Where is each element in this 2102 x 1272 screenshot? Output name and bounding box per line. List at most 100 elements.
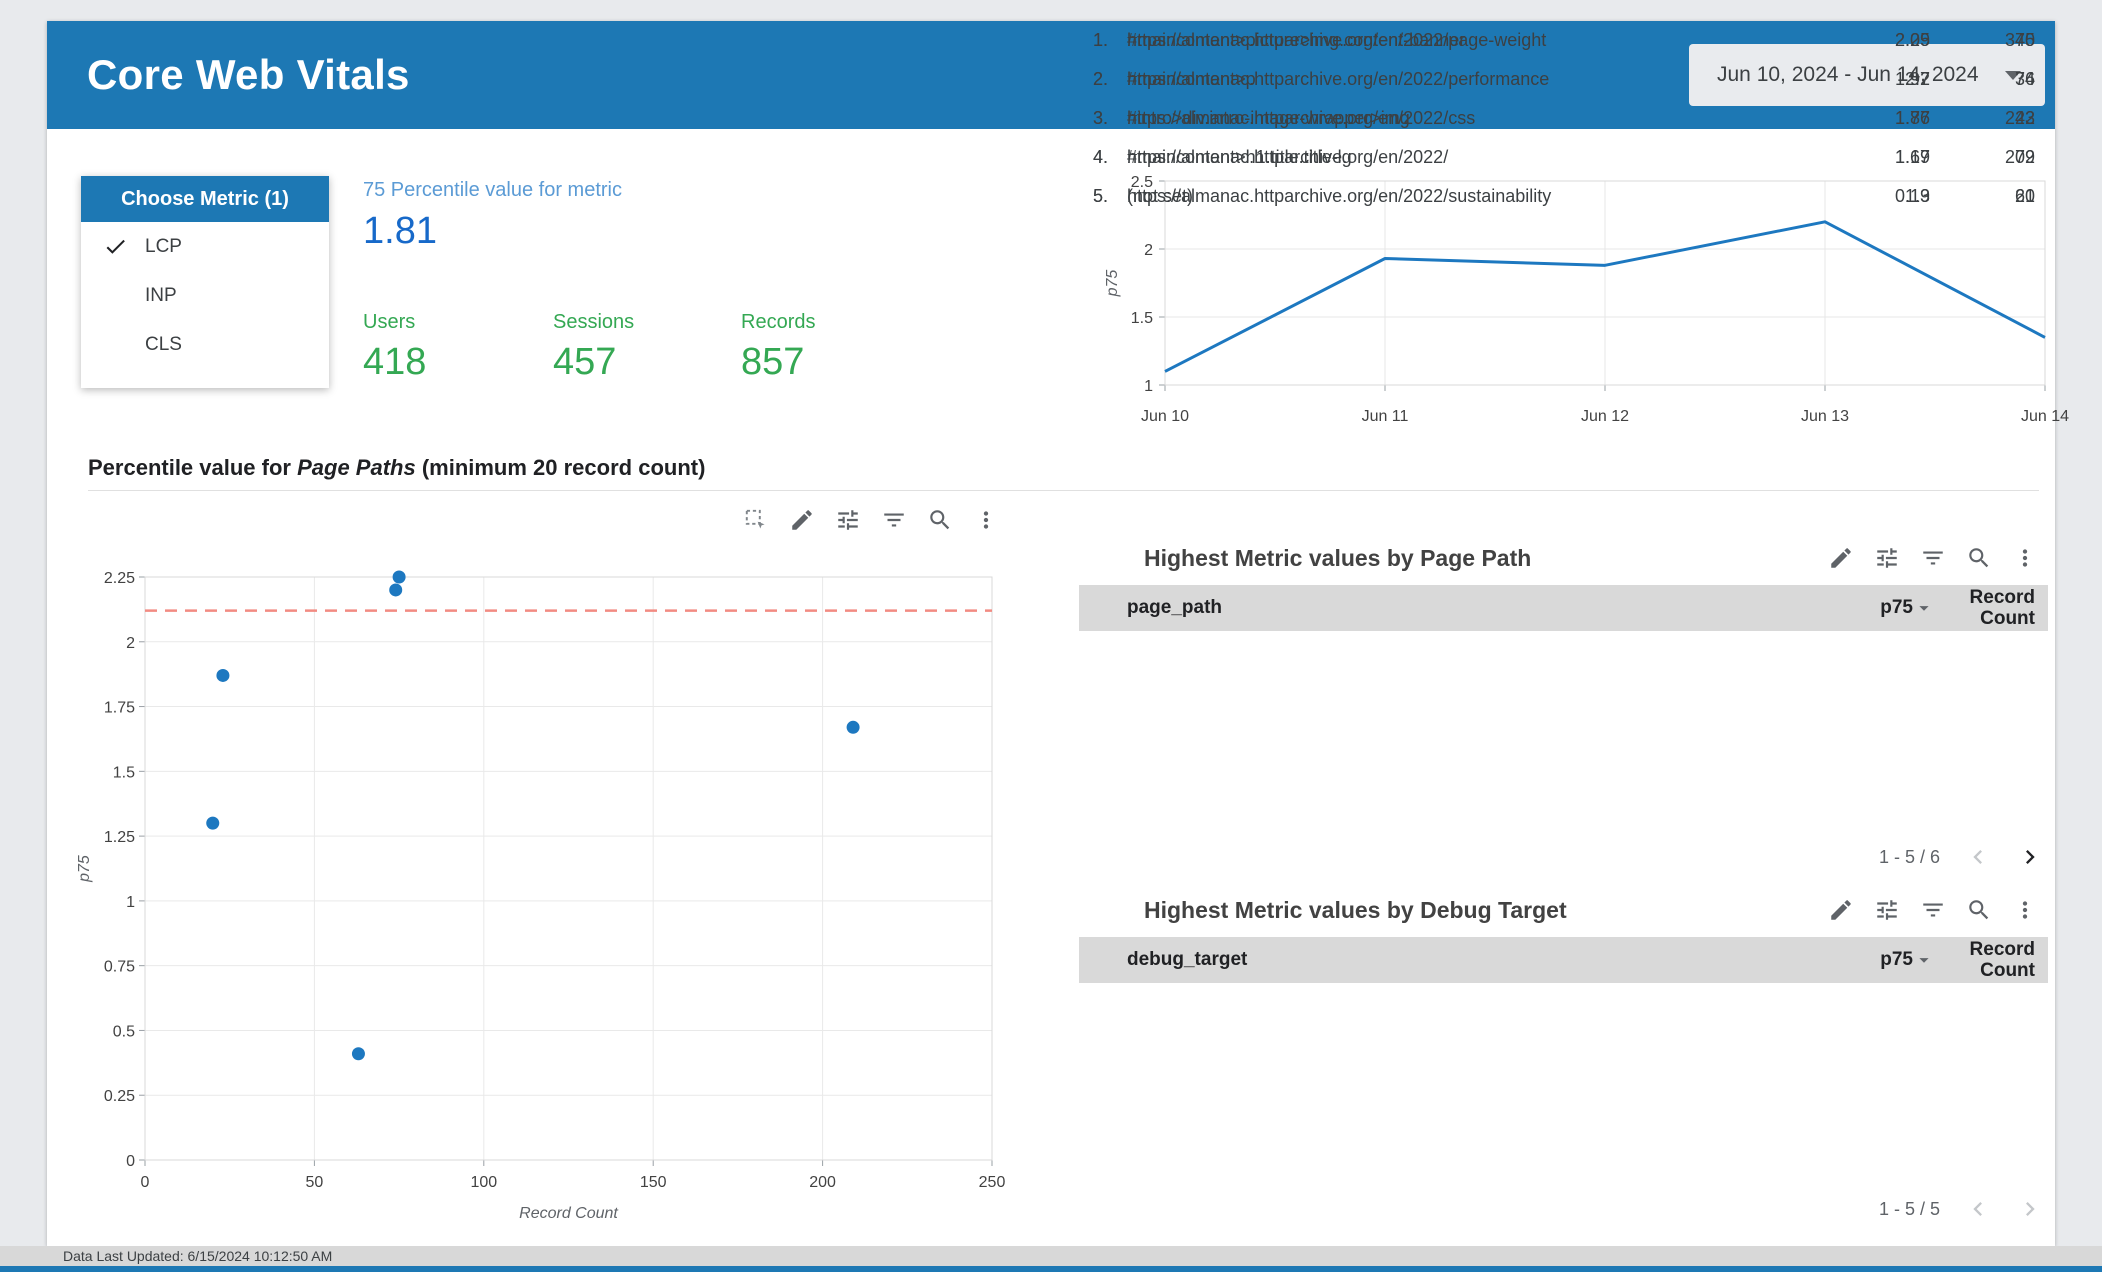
more-options-icon[interactable]: [973, 507, 999, 533]
report-page: Core Web Vitals Jun 10, 2024 - Jun 14, 2…: [47, 21, 2069, 1246]
filter-icon[interactable]: [1920, 897, 1946, 923]
metric-option-cls[interactable]: CLS: [81, 320, 329, 369]
tune-icon[interactable]: [1874, 897, 1900, 923]
row-record-count: 340: [2004, 30, 2035, 50]
sessions-scorecard: Sessions 457: [553, 311, 634, 384]
row-label: #maincontent>picture>img.content-banner: [1127, 30, 1466, 50]
metric-option-lcp[interactable]: LCP: [81, 222, 329, 271]
more-options-icon[interactable]: [2012, 545, 2038, 571]
more-options-icon[interactable]: [2012, 897, 2038, 923]
column-header-debug-target[interactable]: debug_target: [1127, 949, 1690, 971]
metric-selector-header[interactable]: Choose Metric (1): [81, 176, 329, 222]
percentile-scorecard: 75 Percentile value for metric 1.81: [363, 179, 622, 253]
check-icon: [103, 283, 145, 309]
svg-text:Record Count: Record Count: [519, 1205, 618, 1222]
metric-option-label: INP: [145, 284, 177, 306]
table-title-page-path: Highest Metric values by Page Path: [1144, 545, 1532, 571]
section-divider: [88, 490, 2039, 491]
tune-icon[interactable]: [835, 507, 861, 533]
table-row[interactable]: 1. #maincontent>picture>img.content-banne…: [1079, 21, 2048, 60]
svg-text:Jun 10: Jun 10: [1141, 408, 1189, 425]
table-row[interactable]: 2. #maincontent>p 1.97 36: [1079, 60, 2048, 99]
row-record-count: 61: [2014, 186, 2035, 206]
svg-text:1: 1: [126, 894, 135, 911]
svg-text:Jun 12: Jun 12: [1581, 408, 1629, 425]
table-row[interactable]: 4. #maincontent>h1.title.title-lg 1.19 72: [1079, 138, 2048, 177]
svg-text:Jun 14: Jun 14: [2021, 408, 2069, 425]
table-row[interactable]: 3. #intro>div.intro-image-wrapper>img 1.76…: [1079, 99, 2048, 138]
edit-icon[interactable]: [789, 507, 815, 533]
row-record-count: 36: [2014, 69, 2035, 89]
metric-option-inp[interactable]: INP: [81, 271, 329, 320]
records-scorecard: Records 857: [741, 311, 815, 384]
previous-page-button[interactable]: [1964, 1195, 1992, 1223]
users-label: Users: [363, 311, 416, 333]
users-value: 418: [363, 341, 427, 383]
percentile-label: 75 Percentile value for metric: [363, 179, 623, 201]
row-index: 3.: [1093, 108, 1109, 128]
column-header-page-path[interactable]: page_path: [1127, 597, 1690, 619]
row-index: 4.: [1093, 147, 1109, 167]
row-p75-value: 0.19: [1894, 186, 1930, 206]
row-label: #maincontent>p: [1127, 69, 1256, 89]
svg-text:200: 200: [809, 1174, 836, 1191]
row-index: 1.: [1093, 30, 1109, 50]
column-header-p75[interactable]: p75: [1690, 949, 1930, 971]
page-path-table-header: page_path p75 Record Count: [1079, 585, 2048, 631]
check-icon: [103, 332, 145, 358]
svg-text:50: 50: [306, 1174, 324, 1191]
metric-option-label: CLS: [145, 333, 182, 355]
row-label: (not set): [1127, 186, 1194, 206]
row-index: 2.: [1093, 69, 1109, 89]
next-page-button[interactable]: [2016, 843, 2044, 871]
section-title: Percentile value for Page Paths (minimum…: [88, 455, 706, 480]
svg-text:1.5: 1.5: [113, 764, 135, 781]
scatter-chart[interactable]: 0 0.25 0.5 0.75 1 1.25 1.5 1.75 2 2.25 0 50 100 150 20…: [67, 553, 1057, 1243]
metric-selector: Choose Metric (1) LCP INP CLS: [81, 176, 329, 388]
svg-text:2: 2: [1144, 242, 1153, 259]
row-p75-value: 1.19: [1894, 147, 1930, 167]
page-path-table-toolbar: [1828, 545, 2038, 571]
zoom-icon[interactable]: [1966, 545, 1992, 571]
svg-text:Jun 11: Jun 11: [1362, 408, 1409, 425]
column-header-record-count[interactable]: Record Count: [1930, 587, 2048, 629]
marquee-select-icon[interactable]: [743, 507, 769, 533]
row-index: 5.: [1093, 186, 1109, 206]
svg-text:0.25: 0.25: [104, 1088, 135, 1105]
debug-target-table-pagination: 1 - 5 / 5: [1079, 1195, 2048, 1223]
filter-icon[interactable]: [881, 507, 907, 533]
row-record-count: 242: [2004, 108, 2035, 128]
row-record-count: 72: [2014, 147, 2035, 167]
debug-target-table-toolbar: [1828, 897, 2038, 923]
svg-text:p75: p75: [1104, 270, 1121, 298]
svg-text:0.5: 0.5: [113, 1023, 135, 1040]
svg-text:Jun 13: Jun 13: [1801, 408, 1849, 425]
svg-text:0: 0: [126, 1153, 135, 1170]
page-path-table-pagination: 1 - 5 / 6: [1079, 843, 2048, 871]
table-title-debug-target: Highest Metric values by Debug Target: [1144, 897, 1567, 923]
metric-option-list: LCP INP CLS: [81, 222, 329, 369]
sessions-value: 457: [553, 341, 617, 383]
zoom-icon[interactable]: [1966, 897, 1992, 923]
filter-icon[interactable]: [1920, 545, 1946, 571]
row-label: #intro>div.intro-image-wrapper>img: [1127, 108, 1410, 128]
table-row[interactable]: 5. (not set) 0.19 61: [1079, 177, 2048, 216]
svg-text:100: 100: [470, 1174, 497, 1191]
edit-icon[interactable]: [1828, 545, 1854, 571]
row-p75-value: 1.76: [1894, 108, 1930, 128]
check-icon: [103, 234, 145, 260]
svg-text:150: 150: [640, 1174, 667, 1191]
edit-icon[interactable]: [1828, 897, 1854, 923]
svg-text:1.25: 1.25: [104, 829, 135, 846]
column-header-record-count[interactable]: Record Count: [1930, 939, 2048, 981]
next-page-button[interactable]: [2016, 1195, 2044, 1223]
svg-text:2.25: 2.25: [104, 570, 135, 587]
zoom-icon[interactable]: [927, 507, 953, 533]
tune-icon[interactable]: [1874, 545, 1900, 571]
column-header-p75[interactable]: p75: [1690, 597, 1930, 619]
svg-text:p75: p75: [76, 855, 93, 883]
previous-page-button[interactable]: [1964, 843, 1992, 871]
report-title: Core Web Vitals: [87, 51, 410, 98]
records-label: Records: [741, 311, 816, 333]
sessions-label: Sessions: [553, 311, 635, 333]
